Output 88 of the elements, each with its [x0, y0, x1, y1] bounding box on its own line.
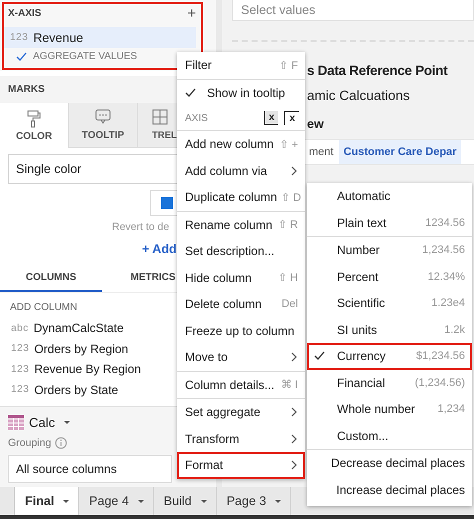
grouping-field[interactable]: All source columns [8, 455, 172, 483]
menu-item[interactable]: Automatic [307, 183, 472, 210]
menu-item[interactable]: Scientific 1.23e4 [307, 290, 472, 316]
table-icon [8, 414, 24, 430]
checkbox[interactable] [16, 52, 27, 62]
menu-item[interactable]: Plain text 1234.56 [307, 210, 472, 236]
type-label: 123 [11, 364, 30, 375]
menu-item[interactable]: Delete column Del [177, 291, 305, 318]
panel-tab[interactable]: COLUMNS [0, 265, 102, 292]
type-label: 123 [11, 384, 30, 396]
color-swatch [161, 197, 173, 209]
chevron-right-icon [291, 407, 298, 418]
type-label: 123 [10, 32, 28, 43]
table-cell[interactable]: ment [305, 140, 338, 164]
shortcut-label: ⇧ + [280, 138, 298, 151]
format-sample: 1.2k [444, 324, 465, 336]
column-name: Revenue By Region [34, 362, 141, 376]
format-sample: (1,234.56) [414, 376, 465, 389]
chevron-right-icon [291, 352, 298, 363]
axis-field[interactable]: 123 Revenue [4, 27, 196, 48]
menu-item[interactable]: Set aggregate [177, 399, 305, 426]
menu-item[interactable]: Duplicate column ⇧ D [177, 184, 305, 210]
shortcut-label: ⇧ D [281, 190, 302, 204]
column-name: DynamCalcState [34, 321, 124, 336]
grid-icon [152, 109, 168, 127]
info-icon [55, 437, 68, 449]
menu-item[interactable]: Freeze up to column [177, 318, 305, 344]
page-tab[interactable]: Final [15, 487, 80, 515]
section-title: X-AXIS [8, 8, 42, 19]
chevron-right-icon [291, 434, 298, 444]
column-name: Orders by Region [34, 342, 128, 356]
shortcut-label: ⌘ I [280, 378, 298, 392]
menu-item[interactable]: Show in tooltip [177, 80, 305, 106]
caret-icon [274, 498, 282, 504]
menu-item[interactable]: Decrease decimal places [307, 450, 472, 476]
page-subtitle: amic Calcuations [307, 88, 411, 103]
chevron-right-icon [291, 166, 298, 176]
filter-field[interactable]: Select values [232, 0, 474, 21]
shortcut-label: Del [281, 298, 298, 310]
axis-position-toggle[interactable]: x [264, 111, 278, 125]
caret-icon [136, 498, 145, 504]
table-cell[interactable]: Customer Care Depar [339, 140, 461, 164]
shortcut-label: ⇧ R [278, 218, 298, 232]
caret-icon [200, 498, 208, 504]
menu-item[interactable]: Column details... ⌘ I [177, 372, 305, 398]
axis-position-toggle[interactable]: x [284, 111, 299, 125]
element-name[interactable]: Calc [29, 414, 56, 430]
menu-item[interactable]: Increase decimal places [307, 476, 472, 503]
format-sample: $1,234.56 [416, 350, 465, 362]
page-title: s Data Reference Point [307, 63, 449, 78]
section-title: MARKS [8, 84, 45, 95]
shortcut-label: ⇧ F [279, 58, 298, 72]
format-sample: 1,234 [437, 403, 465, 416]
menu-item[interactable]: Rename column ⇧ R [177, 212, 305, 238]
menu-item[interactable]: Whole number 1,234 [307, 396, 472, 422]
menu-item[interactable]: Hide column ⇧ H [177, 264, 305, 291]
menu-item[interactable]: Add column via [177, 158, 305, 184]
menu-item[interactable]: Format [177, 452, 305, 478]
menu-item[interactable]: Number 1,234.56 [307, 237, 472, 264]
paint-roller-icon [26, 110, 42, 128]
menu-item[interactable]: Percent 12.34% [307, 264, 472, 290]
section-title: ADD COLUMN [9, 301, 78, 315]
field-name: Revenue [33, 30, 84, 44]
caret-icon [63, 420, 72, 424]
shortcut-label: ⇧ H [278, 271, 298, 284]
menu-item[interactable]: Filter ⇧ F [177, 52, 305, 78]
caret-icon [62, 498, 70, 504]
add-button[interactable]: + [187, 6, 196, 21]
menu-item[interactable]: Transform [177, 426, 305, 452]
aggregate-label: AGGREGATE VALUES [33, 51, 138, 62]
menu-item[interactable]: Custom... [307, 422, 472, 449]
color-mode-dropdown[interactable]: Single color [8, 154, 178, 184]
menu-item[interactable]: SI units 1.2k [307, 316, 472, 343]
format-sample: 1,234.56 [422, 244, 465, 256]
menu-item[interactable]: Set description... [177, 238, 305, 264]
format-sample: 1234.56 [425, 216, 465, 229]
format-sample: 1.23e4 [431, 297, 465, 310]
column-name: Orders by State [34, 382, 118, 397]
grouping-label: Grouping [8, 437, 52, 449]
chevron-right-icon [291, 460, 298, 471]
type-label: 123 [11, 343, 30, 354]
marks-tab[interactable]: TOOLTIP [68, 103, 137, 148]
menu-item[interactable]: Move to [177, 344, 305, 370]
menu-item[interactable]: Currency $1,234.56 [307, 343, 472, 370]
format-sample: 12.34% [428, 270, 465, 283]
menu-item[interactable]: Financial (1,234.56) [307, 370, 472, 396]
type-label: abc [11, 322, 29, 334]
section-heading: ew [307, 117, 325, 131]
